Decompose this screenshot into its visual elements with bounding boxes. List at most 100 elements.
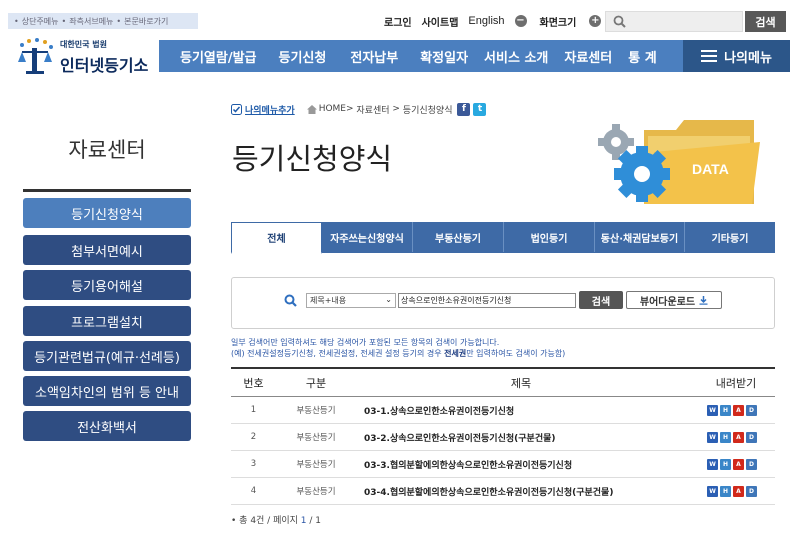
- top-search-button[interactable]: 검색: [745, 11, 786, 32]
- row-title-link[interactable]: 03-4.협의분할에의한상속으로인한소유권이전등기신청(구분건물): [364, 478, 613, 504]
- data-folder-illustration: DATA: [598, 120, 760, 204]
- lnb-item-glossary[interactable]: 등기용어해설: [23, 270, 191, 300]
- row-download-icons: WHAD: [707, 478, 757, 504]
- logo-small-text: 대한민국 법원: [60, 40, 107, 49]
- doc-icon[interactable]: D: [746, 431, 757, 443]
- row-download-icons: WHAD: [707, 451, 757, 477]
- zoom-in-icon[interactable]: +: [589, 15, 602, 27]
- gnb-item-fixed-date[interactable]: 확정일자: [420, 47, 468, 66]
- forms-table: 번호 구분 제목 내려받기 1 부동산등기 03-1.상속으로인한소유권이전등기신청…: [231, 367, 775, 505]
- search-icon: [284, 294, 297, 307]
- search-keyword-input[interactable]: 상속으로인한소유권이전등기신청: [398, 293, 576, 308]
- header-number: 번호: [243, 376, 264, 390]
- utility-menu: 로그인 사이트맵 English − 화면크기 +: [384, 12, 621, 30]
- lnb-item-attachment-examples[interactable]: 첨부서면예시: [23, 235, 191, 265]
- header-title: 제목: [510, 376, 532, 390]
- search-note-1: 일부 검색어만 입력하셔도 해당 검색어가 포함된 모든 항목의 검색이 가능합…: [231, 338, 500, 347]
- tab-frequent[interactable]: 자주쓰는신청양식: [322, 222, 413, 252]
- tab-movable[interactable]: 동산·채권담보등기: [595, 222, 685, 252]
- my-menu-label: 나의메뉴: [724, 50, 772, 66]
- home-icon: [306, 104, 317, 114]
- row-category: 부동산등기: [296, 433, 336, 443]
- table-row: 4 부동산등기 03-4.협의분할에의한상속으로인한소유권이전등기신청(구분건물) W…: [231, 478, 775, 505]
- word-icon[interactable]: W: [707, 431, 718, 443]
- lnb-item-program-install[interactable]: 프로그램설치: [23, 306, 191, 336]
- hwp-icon[interactable]: H: [720, 404, 731, 416]
- logo-big-text: 인터넷등기소: [60, 56, 149, 75]
- pdf-icon[interactable]: A: [733, 404, 744, 416]
- breadcrumb: 나의메뉴추가 HOME > 자료센터 > 등기신청양식 f t: [231, 102, 487, 116]
- zoom-out-icon[interactable]: −: [514, 15, 527, 27]
- row-download-icons: WHAD: [707, 397, 757, 423]
- add-my-menu-link[interactable]: 나의메뉴추가: [245, 103, 295, 116]
- row-number: 4: [250, 486, 257, 496]
- breadcrumb-level1[interactable]: 자료센터: [356, 103, 389, 116]
- gnb-item-stats[interactable]: 통 계: [628, 47, 656, 66]
- gnb-item-issue[interactable]: 등기열람/발급: [180, 47, 257, 66]
- hwp-icon[interactable]: H: [720, 485, 731, 497]
- pdf-icon[interactable]: A: [733, 431, 744, 443]
- gnb-item-service[interactable]: 서비스 소개: [484, 47, 548, 66]
- breadcrumb-home[interactable]: HOME: [319, 104, 346, 114]
- search-type-select[interactable]: 제목+내용 ⌄: [306, 293, 396, 308]
- lnb-item-application-forms[interactable]: 등기신청양식: [23, 198, 191, 228]
- download-icon: [699, 295, 708, 305]
- category-tabs: 전체 자주쓰는신청양식 부동산등기 법인등기 동산·채권담보등기 기타등기: [231, 222, 775, 254]
- lnb-divider: [23, 189, 191, 192]
- word-icon[interactable]: W: [707, 458, 718, 470]
- paging-info: • 총 4건 / 페이지 1 / 1: [231, 516, 322, 526]
- row-title-link[interactable]: 03-3.협의분할에의한상속으로인한소유권이전등기신청: [364, 451, 572, 477]
- row-number: 3: [250, 459, 257, 469]
- row-download-icons: WHAD: [707, 424, 757, 450]
- total-pages: 1: [315, 516, 322, 526]
- lnb-item-white-paper[interactable]: 전산화백서: [23, 411, 191, 441]
- twitter-icon[interactable]: t: [473, 102, 487, 116]
- search-note-2: (예) 전세권설정등기신청, 전세권설정, 전세권 설정 등기의 경우 전세권만…: [231, 349, 566, 358]
- my-menu-button[interactable]: 나의메뉴: [683, 40, 790, 72]
- gnb-item-payment[interactable]: 전자납부: [350, 47, 398, 66]
- tab-all[interactable]: 전체: [231, 222, 322, 254]
- row-category: 부동산등기: [296, 460, 336, 470]
- doc-icon[interactable]: D: [746, 485, 757, 497]
- sitemap-link[interactable]: 사이트맵: [422, 14, 459, 29]
- gnb-item-data-center[interactable]: 자료센터: [564, 47, 612, 66]
- search-button[interactable]: 검색: [579, 291, 623, 309]
- skip-links: • 상단주메뉴 • 좌측서브메뉴 • 본문바로가기: [8, 13, 198, 29]
- tab-corporate[interactable]: 법인등기: [504, 222, 595, 252]
- table-row: 1 부동산등기 03-1.상속으로인한소유권이전등기신청 W H A D: [231, 397, 775, 424]
- header-download: 내려받기: [715, 376, 757, 390]
- hwp-icon[interactable]: H: [720, 458, 731, 470]
- row-category: 부동산등기: [296, 406, 336, 416]
- gnb-item-apply[interactable]: 등기신청: [279, 47, 327, 66]
- tab-other[interactable]: 기타등기: [685, 222, 775, 252]
- page-title: 등기신청양식: [232, 142, 393, 176]
- row-title-link[interactable]: 03-2.상속으로인한소유권이전등기신청(구분건물): [364, 424, 556, 450]
- search-icon: [613, 15, 626, 28]
- facebook-icon[interactable]: f: [457, 102, 471, 116]
- lnb-item-regulations[interactable]: 등기관련법규(예규·선례등): [23, 341, 191, 371]
- doc-icon[interactable]: D: [746, 404, 757, 416]
- english-link[interactable]: English: [468, 15, 504, 27]
- login-link[interactable]: 로그인: [384, 14, 412, 29]
- tab-real-estate[interactable]: 부동산등기: [413, 222, 504, 252]
- table-row: 2 부동산등기 03-2.상속으로인한소유권이전등기신청(구분건물) W H A D: [231, 424, 775, 451]
- row-title-link[interactable]: 03-1.상속으로인한소유권이전등기신청: [364, 397, 514, 423]
- row-category: 부동산등기: [296, 487, 336, 497]
- skip-link-sub-menu[interactable]: 좌측서브메뉴: [69, 16, 113, 27]
- search-note-keyword: 전세권: [444, 349, 467, 358]
- doc-icon[interactable]: D: [746, 458, 757, 470]
- hwp-icon[interactable]: H: [720, 431, 731, 443]
- pdf-icon[interactable]: A: [733, 458, 744, 470]
- viewer-download-button[interactable]: 뷰어다운로드: [626, 291, 722, 309]
- chevron-down-icon: ⌄: [385, 295, 392, 304]
- pdf-icon[interactable]: A: [733, 485, 744, 497]
- skip-link-content[interactable]: 본문바로가기: [124, 16, 168, 27]
- word-icon[interactable]: W: [707, 404, 718, 416]
- lnb-title: 자료센터: [68, 138, 146, 162]
- word-icon[interactable]: W: [707, 485, 718, 497]
- top-search-input[interactable]: [605, 11, 743, 32]
- skip-link-top-menu[interactable]: 상단주메뉴: [22, 16, 59, 27]
- zoom-label: 화면크기: [539, 17, 577, 29]
- lnb-item-small-tenant[interactable]: 소액임차인의 범위 등 안내: [23, 376, 191, 406]
- site-logo[interactable]: 대한민국 법원 인터넷등기소: [12, 36, 152, 76]
